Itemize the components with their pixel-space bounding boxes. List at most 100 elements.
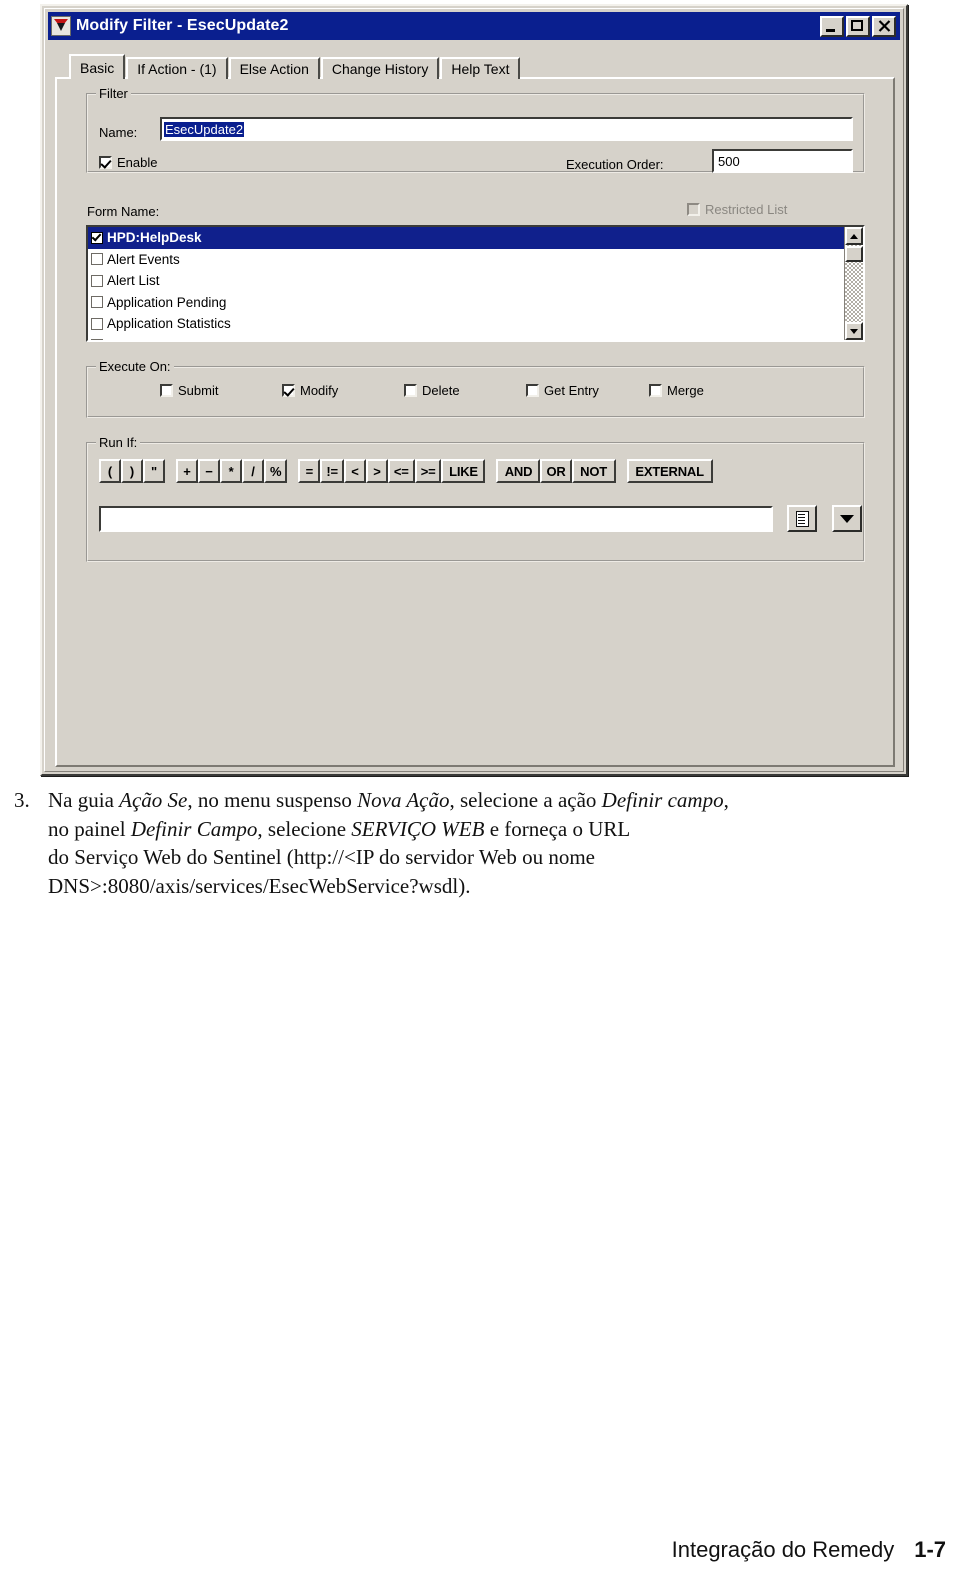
execution-order-input[interactable]: 500 bbox=[712, 149, 853, 173]
window-title: Modify Filter - EsecUpdate2 bbox=[76, 17, 289, 34]
maximize-button[interactable] bbox=[846, 15, 870, 37]
filter-name-value: EsecUpdate2 bbox=[164, 121, 245, 137]
op-button-like[interactable]: LIKE bbox=[441, 459, 486, 483]
delete-label: Delete bbox=[422, 383, 460, 398]
execute-on-merge[interactable]: Merge bbox=[649, 383, 704, 398]
list-item[interactable]: Alert List bbox=[88, 270, 844, 292]
footer-title: Integração do Remedy bbox=[671, 1537, 895, 1562]
form-name-list[interactable]: HPD:HelpDesk Alert Events Alert List App… bbox=[86, 225, 865, 342]
enable-checkbox-row[interactable]: Enable bbox=[99, 155, 157, 170]
op-button-greater-than[interactable]: > bbox=[365, 459, 388, 483]
list-item-checkbox[interactable] bbox=[91, 231, 103, 244]
step-number: 3. bbox=[14, 788, 30, 812]
op-button-not[interactable]: NOT bbox=[571, 459, 616, 483]
window-controls bbox=[820, 15, 898, 37]
execute-on-submit[interactable]: Submit bbox=[160, 383, 218, 398]
list-item-label: Alert List bbox=[107, 273, 160, 289]
tab-else-action[interactable]: Else Action bbox=[228, 57, 320, 79]
op-button-external[interactable]: EXTERNAL bbox=[626, 459, 713, 483]
merge-checkbox[interactable] bbox=[649, 384, 662, 397]
get-entry-label: Get Entry bbox=[544, 383, 599, 398]
op-button-or[interactable]: OR bbox=[540, 459, 572, 483]
list-item-checkbox[interactable] bbox=[91, 296, 103, 309]
chevron-down-icon bbox=[840, 514, 854, 523]
modify-filter-dialog: Modify Filter - EsecUpdate2 Basic If Act… bbox=[40, 4, 908, 776]
op-button-plus[interactable]: + bbox=[176, 459, 198, 483]
minimize-button[interactable] bbox=[820, 15, 844, 37]
delete-checkbox[interactable] bbox=[404, 384, 417, 397]
step-line-3: do Serviço Web do Sentinel (http://<IP d… bbox=[48, 845, 596, 869]
op-button-not-equal[interactable]: != bbox=[320, 459, 344, 483]
list-item-label: HPD:HelpDesk bbox=[107, 230, 202, 246]
restricted-list-label: Restricted List bbox=[705, 202, 788, 217]
modify-checkbox[interactable] bbox=[282, 384, 295, 397]
enable-checkbox[interactable] bbox=[99, 156, 112, 169]
form-list-scrollbar[interactable] bbox=[844, 227, 863, 340]
list-item[interactable]: Application Pending bbox=[88, 292, 844, 314]
restricted-list-row[interactable]: Restricted List bbox=[687, 202, 787, 217]
list-item[interactable]: Application Statistics Configuration bbox=[88, 335, 844, 340]
name-label: Name: bbox=[99, 125, 137, 140]
get-entry-checkbox[interactable] bbox=[526, 384, 539, 397]
submit-label: Submit bbox=[178, 383, 219, 398]
execution-order-label-text: Execution Order: bbox=[566, 157, 664, 172]
chevron-down-icon bbox=[850, 328, 858, 334]
tab-if-action[interactable]: If Action - (1) bbox=[126, 57, 228, 79]
list-item[interactable]: Alert Events bbox=[88, 249, 844, 271]
dialog-inner-frame: Modify Filter - EsecUpdate2 Basic If Act… bbox=[44, 8, 904, 772]
name-label-text: Name: bbox=[99, 125, 138, 140]
filter-name-input[interactable]: EsecUpdate2 bbox=[160, 117, 853, 141]
op-button-minus[interactable]: − bbox=[198, 459, 220, 483]
scroll-up-button[interactable] bbox=[845, 227, 863, 245]
close-button[interactable] bbox=[872, 15, 896, 37]
op-button-modulo[interactable]: % bbox=[264, 459, 288, 483]
tab-help-text[interactable]: Help Text bbox=[440, 57, 521, 79]
execute-on-delete[interactable]: Delete bbox=[404, 383, 460, 398]
op-button-quote[interactable]: " bbox=[143, 459, 165, 483]
run-if-label: Run If: bbox=[96, 435, 141, 450]
submit-checkbox[interactable] bbox=[160, 384, 173, 397]
op-button-close-paren[interactable]: ) bbox=[121, 459, 143, 483]
list-item-checkbox[interactable] bbox=[91, 274, 103, 287]
close-icon bbox=[878, 20, 890, 32]
dropdown-button[interactable] bbox=[832, 505, 862, 532]
execute-on-get-entry[interactable]: Get Entry bbox=[526, 383, 599, 398]
op-button-greater-equal[interactable]: >= bbox=[414, 459, 442, 483]
list-item-checkbox[interactable] bbox=[91, 253, 103, 266]
operator-group-comparison: = != < > <= >= LIKE bbox=[298, 459, 486, 483]
modify-label: Modify bbox=[300, 383, 339, 398]
list-item-label: Application Pending bbox=[107, 294, 227, 310]
op-button-open-paren[interactable]: ( bbox=[99, 459, 121, 483]
op-button-equal[interactable]: = bbox=[298, 459, 321, 483]
tab-strip: Basic If Action - (1) Else Action Change… bbox=[69, 54, 521, 79]
filter-arrow-icon bbox=[51, 16, 71, 36]
document-picker-button[interactable] bbox=[787, 505, 817, 532]
execution-order-label: Execution Order: bbox=[566, 157, 664, 172]
title-bar[interactable]: Modify Filter - EsecUpdate2 bbox=[48, 12, 900, 40]
list-item-checkbox[interactable] bbox=[91, 339, 103, 340]
filter-group-label: Filter bbox=[96, 86, 131, 101]
op-button-divide[interactable]: / bbox=[242, 459, 264, 483]
op-button-less-equal[interactable]: <= bbox=[387, 459, 415, 483]
list-item-label: Application Statistics bbox=[107, 316, 231, 332]
execute-on-modify[interactable]: Modify bbox=[282, 383, 338, 398]
op-button-multiply[interactable]: * bbox=[220, 459, 242, 483]
merge-label: Merge bbox=[667, 383, 704, 398]
run-if-expression-input[interactable] bbox=[99, 506, 773, 532]
basic-tab-panel: Filter Name: EsecUpdate2 Enable Executio… bbox=[55, 77, 895, 767]
restricted-list-checkbox[interactable] bbox=[687, 203, 700, 216]
operator-toolbar: ( ) " + − * / % = != < > <= >= LIKE AND … bbox=[99, 459, 713, 483]
step-line-1: Na guia Ação Se, no menu suspenso Nova A… bbox=[48, 788, 729, 812]
scroll-down-button[interactable] bbox=[845, 322, 863, 340]
step-line-4: DNS>:8080/axis/services/EsecWebService?w… bbox=[48, 873, 471, 898]
tab-change-history[interactable]: Change History bbox=[320, 57, 440, 79]
list-item[interactable]: Application Statistics bbox=[88, 313, 844, 335]
page-footer: Integração do Remedy 1-7 bbox=[672, 1537, 946, 1563]
list-item[interactable]: HPD:HelpDesk bbox=[88, 227, 844, 249]
tab-basic[interactable]: Basic bbox=[69, 54, 126, 79]
list-item-checkbox[interactable] bbox=[91, 317, 103, 330]
op-button-less-than[interactable]: < bbox=[343, 459, 366, 483]
scrollbar-thumb[interactable] bbox=[845, 246, 863, 262]
operator-group-external: EXTERNAL bbox=[626, 459, 713, 483]
op-button-and[interactable]: AND bbox=[496, 459, 541, 483]
